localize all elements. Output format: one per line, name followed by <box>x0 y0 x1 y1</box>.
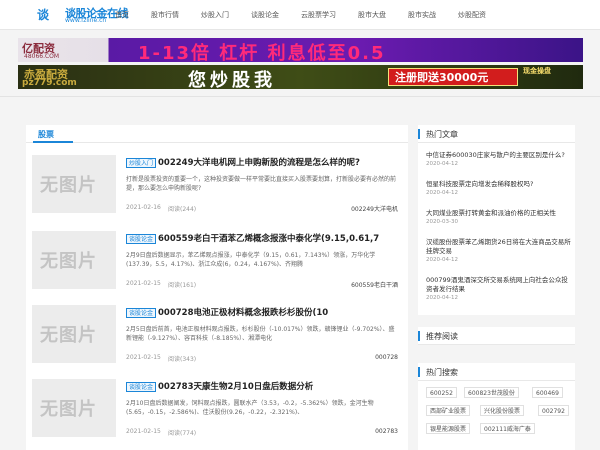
article-tag[interactable]: 600559老白干酒 <box>351 280 398 289</box>
nav-item-beginner[interactable]: 炒股入门 <box>190 0 240 30</box>
hot-article-date: 2020-04-12 <box>426 295 458 301</box>
hot-search-heading: 热门搜索 <box>418 363 575 381</box>
article-views: 阅读(161) <box>168 282 197 289</box>
article-summary: 2月5日盘后前首，电池正极材料观点报跌，杉杉股份（-10.017%）领跌，赣锋锂… <box>126 326 395 342</box>
ad-banners: 亿配资 48066.COM 1-13倍 杠杆 利息低至0.5 赤盈配资 pz77… <box>18 38 583 92</box>
nav-item-margin[interactable]: 炒股配资 <box>447 0 497 30</box>
section-divider <box>0 96 600 97</box>
article-category-badge[interactable]: 谈股论金 <box>126 382 157 392</box>
hot-search-title: 热门搜索 <box>426 368 458 377</box>
nav-item-home[interactable]: 首页 <box>104 0 140 30</box>
article-tag[interactable]: 002249大洋电机 <box>351 204 398 213</box>
nav-item-market[interactable]: 股市行情 <box>140 0 190 30</box>
search-tag[interactable]: 002111威海广泰 <box>480 423 535 434</box>
hot-article-title[interactable]: 汉缆股份股票苯乙烯期货26日将在大连商品交易所挂牌交易 <box>426 238 572 256</box>
tab-active-indicator <box>33 141 73 143</box>
banner2-url: pz779.com <box>22 78 77 88</box>
article-thumbnail[interactable]: 无图片 <box>32 379 116 437</box>
hot-articles-heading: 热门文章 <box>418 125 575 143</box>
banner1-url: 48066.COM <box>24 53 60 60</box>
article-category-badge[interactable]: 炒股入门 <box>126 158 157 168</box>
hot-articles-title: 热门文章 <box>426 130 458 139</box>
main-tab-bar: 股票 <box>26 125 408 143</box>
article-views: 阅读(774) <box>168 430 197 437</box>
ad-banner-1[interactable]: 亿配资 48066.COM 1-13倍 杠杆 利息低至0.5 <box>18 38 583 62</box>
article-date: 2021-02-15 <box>126 354 161 361</box>
thumb-placeholder: 无图片 <box>40 325 97 346</box>
banner2-cta: 注册即送30000元 <box>388 68 518 86</box>
tab-stocks[interactable]: 股票 <box>38 129 54 140</box>
article-list-panel: 股票 无图片 炒股入门 002249大洋电机网上申购新股的流程是怎么样的呢? 打… <box>26 125 408 450</box>
article-title[interactable]: 002249大洋电机网上申购新股的流程是怎么样的呢? <box>158 156 360 168</box>
article-tag[interactable]: 002783 <box>375 428 398 435</box>
hot-article-date: 2020-04-12 <box>426 257 458 263</box>
hot-article-item[interactable]: 000799酒鬼酒深交所交易系统网上向社会公众投资者发行结果 2020-04-1… <box>426 276 572 301</box>
nav-item-practice[interactable]: 股市实战 <box>397 0 447 30</box>
article-views: 阅读(244) <box>168 206 197 213</box>
article-date: 2021-02-16 <box>126 204 161 211</box>
hot-article-title[interactable]: 中信证券600030庄家与散户的主要区别是什么? <box>426 151 572 160</box>
thumb-placeholder: 无图片 <box>40 399 97 420</box>
hot-article-title[interactable]: 大同煤业股票打转黄金和派油价格的正相关性 <box>426 209 572 218</box>
hot-article-date: 2020-04-12 <box>426 190 458 196</box>
article-category-badge[interactable]: 谈股论金 <box>126 234 157 244</box>
search-tag[interactable]: 兴化股份股票 <box>480 405 525 416</box>
hot-article-title[interactable]: 恒星科技股票定向增发会稀释股权吗? <box>426 180 572 189</box>
banner2-text: 您炒股我 <box>188 70 276 89</box>
search-tag[interactable]: 600469 <box>532 387 563 398</box>
article-item[interactable]: 无图片 炒股入门 002249大洋电机网上申购新股的流程是怎么样的呢? 打新是股… <box>32 155 402 241</box>
article-tag[interactable]: 000728 <box>375 354 398 361</box>
hot-article-item[interactable]: 汉缆股份股票苯乙烯期货26日将在大连商品交易所挂牌交易 2020-04-12 <box>426 238 572 263</box>
article-date: 2021-02-15 <box>126 280 161 287</box>
hot-articles-panel: 热门文章 中信证券600030庄家与散户的主要区别是什么? 2020-04-12… <box>418 125 575 315</box>
nav-item-learn[interactable]: 云股票学习 <box>290 0 347 30</box>
logo-url: www.fzline.cn <box>65 17 107 24</box>
ad-banner-2[interactable]: 赤盈配资 pz779.com 您炒股我 注册即送30000元 现金操盘 <box>18 65 583 89</box>
hot-search-panel: 热门搜索 600252 600823世茂股份 600469 西部矿业股票 兴化股… <box>418 363 575 450</box>
banner1-text: 1-13倍 杠杆 利息低至0.5 <box>138 43 386 62</box>
article-thumbnail[interactable]: 无图片 <box>32 305 116 363</box>
recommend-heading: 推荐阅读 <box>418 327 575 345</box>
site-header: 谈 谈股论金在线 www.fzline.cn 首页 股市行情 炒股入门 谈股论金… <box>0 0 600 30</box>
banner2-side: 现金操盘 <box>523 67 551 75</box>
article-summary: 2月10日盘后数据阐发，饲料观点报跌，圆联水产（3.53，-0.2，-5.362… <box>126 400 374 416</box>
hot-article-item[interactable]: 恒星科技股票定向增发会稀释股权吗? 2020-04-12 <box>426 180 572 196</box>
article-title[interactable]: 600559老白干酒苯乙烯概念报涨中泰化学(9.15,0.61,7 <box>158 232 379 244</box>
article-date: 2021-02-15 <box>126 428 161 435</box>
recommend-panel: 推荐阅读 <box>418 327 575 345</box>
article-thumbnail[interactable]: 无图片 <box>32 231 116 289</box>
nav-item-talk[interactable]: 谈股论金 <box>240 0 290 30</box>
hot-article-item[interactable]: 大同煤业股票打转黄金和派油价格的正相关性 2020-03-30 <box>426 209 572 225</box>
logo-mark-icon: 谈 <box>37 8 50 22</box>
article-category-badge[interactable]: 谈股论金 <box>126 308 157 318</box>
hot-article-title[interactable]: 000799酒鬼酒深交所交易系统网上向社会公众投资者发行结果 <box>426 276 572 294</box>
article-summary: 2月9日盘后数据显示，苯乙烯观点报涨，中泰化学（9.15，0.61，7.143%… <box>126 252 376 268</box>
search-tag[interactable]: 西部矿业股票 <box>426 405 471 416</box>
hot-article-item[interactable]: 中信证券600030庄家与散户的主要区别是什么? 2020-04-12 <box>426 151 572 167</box>
article-title[interactable]: 002783天康生物2月10日盘后数据分析 <box>158 380 313 392</box>
search-tag[interactable]: 002792 <box>538 405 569 416</box>
article-thumbnail[interactable]: 无图片 <box>32 155 116 213</box>
recommend-title: 推荐阅读 <box>426 332 458 341</box>
thumb-placeholder: 无图片 <box>40 251 97 272</box>
article-summary: 打新是股票投资的重要一个，这种投资要做一样平常要比直接买入股票要划算，打新股必要… <box>126 176 397 192</box>
article-item[interactable]: 无图片 谈股论金 002783天康生物2月10日盘后数据分析 2月10日盘后数据… <box>32 379 402 450</box>
article-title[interactable]: 000728电池正极材料概念报跌杉杉股份(10 <box>158 306 328 318</box>
main-nav: 首页 股市行情 炒股入门 谈股论金 云股票学习 股市大盘 股市实战 炒股配资 <box>104 0 497 30</box>
thumb-placeholder: 无图片 <box>40 175 97 196</box>
search-tag[interactable]: 600252 <box>426 387 457 398</box>
hot-article-date: 2020-04-12 <box>426 161 458 167</box>
search-tag[interactable]: 银星能源股票 <box>426 423 471 434</box>
hot-article-date: 2020-03-30 <box>426 219 458 225</box>
article-views: 阅读(343) <box>168 356 197 363</box>
nav-item-index[interactable]: 股市大盘 <box>347 0 397 30</box>
search-tag[interactable]: 600823世茂股份 <box>464 387 519 398</box>
